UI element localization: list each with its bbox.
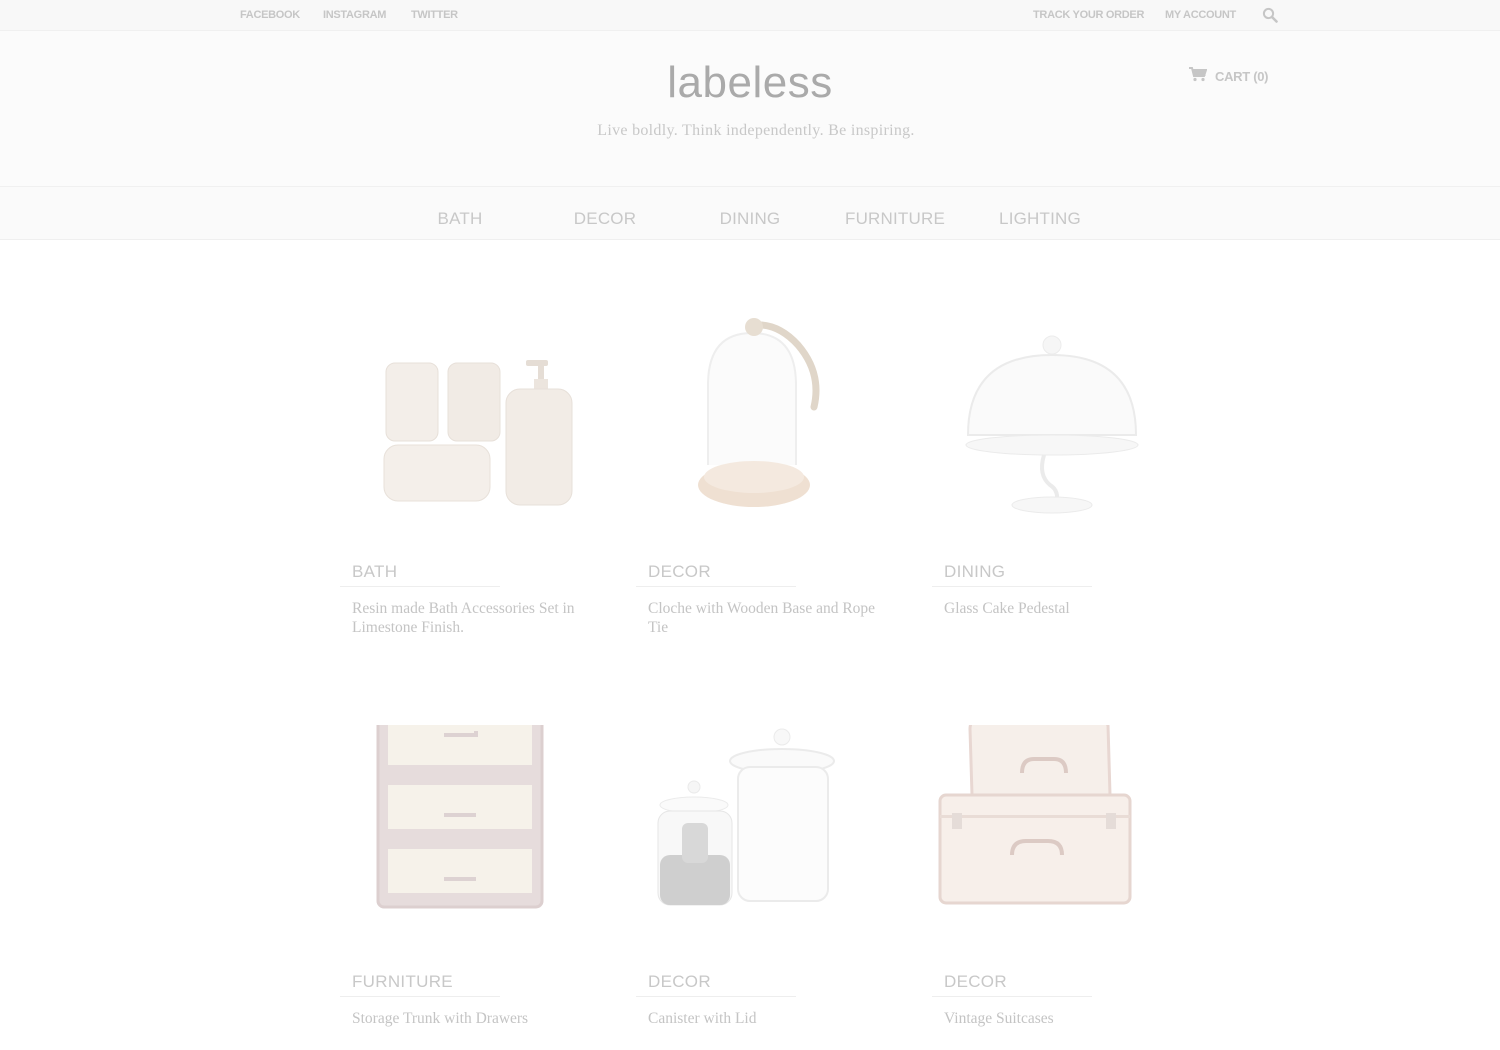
instagram-link[interactable]: INSTAGRAM bbox=[323, 9, 386, 21]
top-bar: FACEBOOK INSTAGRAM TWITTER TRACK YOUR OR… bbox=[0, 0, 1500, 31]
product-name[interactable]: Glass Cake Pedestal bbox=[944, 599, 1184, 618]
track-order-link[interactable]: TRACK YOUR ORDER bbox=[1033, 9, 1144, 21]
product-category[interactable]: BATH bbox=[352, 562, 397, 582]
main-nav: BATH DECOR DINING FURNITURE LIGHTING bbox=[0, 186, 1500, 240]
nav-item-dining[interactable]: DINING bbox=[680, 209, 820, 229]
category-divider bbox=[932, 586, 1092, 587]
my-account-link[interactable]: MY ACCOUNT bbox=[1165, 9, 1236, 21]
shopping-cart-icon bbox=[1189, 67, 1208, 85]
product-image-storage-trunk[interactable] bbox=[340, 725, 600, 945]
product-image-bath-set[interactable] bbox=[340, 315, 600, 535]
cart-button[interactable]: CART (0) bbox=[1189, 67, 1269, 85]
site-logo[interactable]: labeless bbox=[0, 58, 1500, 108]
product-name[interactable]: Vintage Suitcases bbox=[944, 1009, 1184, 1028]
nav-item-lighting[interactable]: LIGHTING bbox=[970, 209, 1110, 229]
product-category[interactable]: FURNITURE bbox=[352, 972, 453, 992]
nav-item-decor[interactable]: DECOR bbox=[535, 209, 675, 229]
product-name[interactable]: Resin made Bath Accessories Set in Limes… bbox=[352, 599, 592, 637]
category-divider bbox=[932, 996, 1092, 997]
category-divider bbox=[340, 586, 500, 587]
product-image-suitcases[interactable] bbox=[932, 725, 1192, 945]
product-name[interactable]: Canister with Lid bbox=[648, 1009, 888, 1028]
search-icon[interactable] bbox=[1262, 7, 1278, 23]
product-image-cloche[interactable] bbox=[636, 315, 896, 535]
category-divider bbox=[340, 996, 500, 997]
product-category[interactable]: DECOR bbox=[944, 972, 1007, 992]
category-divider bbox=[636, 996, 796, 997]
nav-item-furniture[interactable]: FURNITURE bbox=[825, 209, 965, 229]
category-divider bbox=[636, 586, 796, 587]
product-name[interactable]: Storage Trunk with Drawers bbox=[352, 1009, 592, 1028]
product-image-cake-pedestal[interactable] bbox=[932, 315, 1192, 535]
product-category[interactable]: DINING bbox=[944, 562, 1005, 582]
cart-label: CART (0) bbox=[1215, 68, 1269, 84]
product-category[interactable]: DECOR bbox=[648, 562, 711, 582]
site-header bbox=[0, 31, 1500, 186]
nav-item-bath[interactable]: BATH bbox=[390, 209, 530, 229]
facebook-link[interactable]: FACEBOOK bbox=[240, 9, 300, 21]
product-category[interactable]: DECOR bbox=[648, 972, 711, 992]
product-image-canister[interactable] bbox=[636, 725, 896, 945]
product-name[interactable]: Cloche with Wooden Base and Rope Tie bbox=[648, 599, 888, 637]
twitter-link[interactable]: TWITTER bbox=[411, 9, 458, 21]
site-tagline: Live boldly. Think independently. Be ins… bbox=[597, 122, 915, 139]
